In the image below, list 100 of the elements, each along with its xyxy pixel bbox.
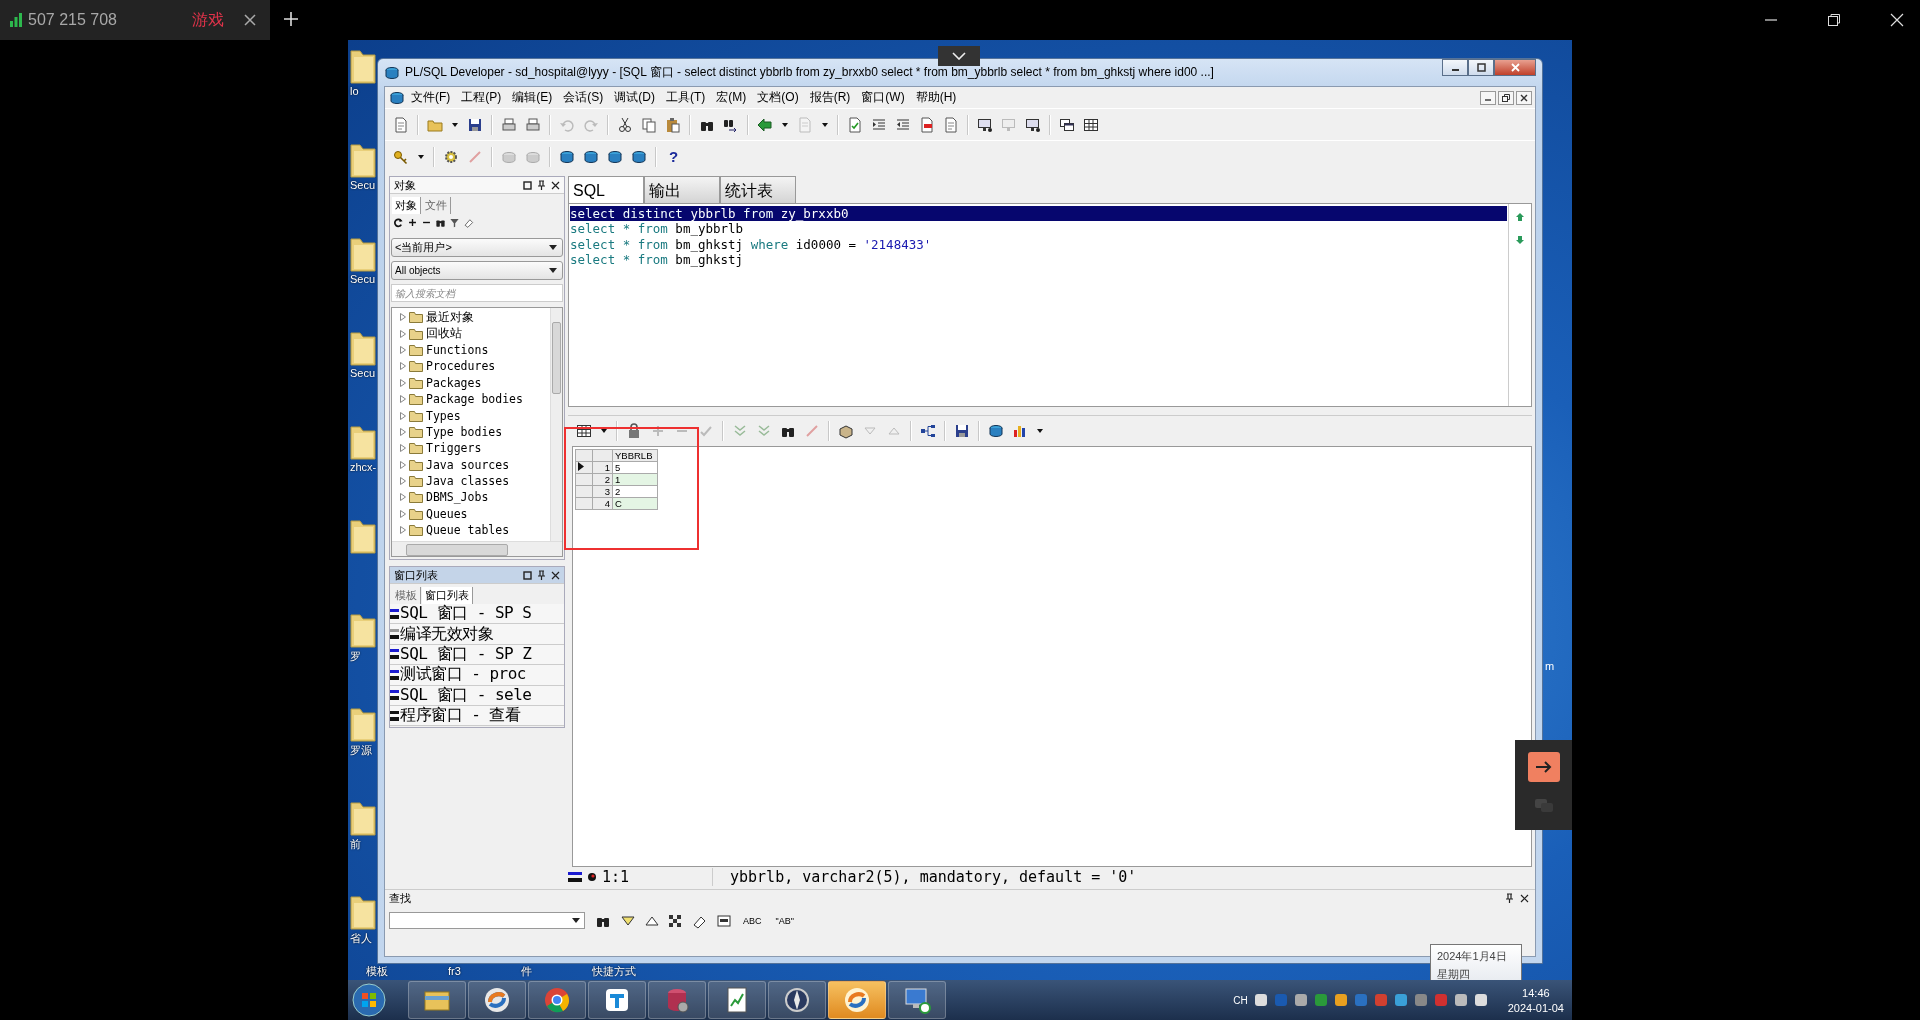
tree-item[interactable]: 最近对象 [426,309,474,325]
menu-item[interactable]: 文档(O) [752,89,804,106]
tray-icon[interactable] [1333,993,1348,1007]
save-icon[interactable] [954,423,970,439]
restore-button[interactable] [1498,90,1514,105]
help-button[interactable]: ? [665,148,683,165]
start-button[interactable] [352,983,386,1017]
filter-icon[interactable] [449,217,460,228]
tree-icon[interactable] [920,423,936,439]
box-icon[interactable] [717,914,731,927]
panel-tab[interactable]: 文件 [422,197,451,214]
tree-item[interactable]: Java sources [426,457,510,472]
menu-item[interactable]: 窗口(W) [856,89,910,106]
menu-item[interactable]: 帮助(H) [910,89,962,106]
menu-item[interactable]: 会话(S) [558,89,609,106]
up-arrow-icon[interactable] [1515,212,1525,222]
clipboard-icon[interactable] [665,116,681,133]
taskbar-app[interactable] [408,981,466,1019]
tree-item[interactable]: Package bodies [426,392,523,407]
pin-icon[interactable] [537,570,546,580]
tree-item[interactable]: Functions [426,342,489,357]
checklist-icon[interactable] [847,116,863,133]
grid-icon[interactable] [576,423,592,439]
database-icon[interactable] [607,148,623,165]
collapse-button[interactable] [938,46,980,66]
taskbar-app[interactable] [768,981,826,1019]
save-icon[interactable] [467,116,483,133]
down-arrow-icon[interactable] [1515,235,1525,245]
tray-icon[interactable] [1393,993,1408,1007]
editor-tab[interactable]: SQL [568,176,644,203]
clock-date[interactable]: 2024-01-04 [1507,1001,1564,1014]
arrow-icon[interactable] [757,116,773,133]
taskbar-app[interactable] [588,981,646,1019]
close-button[interactable] [1494,59,1536,76]
database-icon[interactable] [988,423,1004,439]
new-tab-icon[interactable] [283,11,299,27]
menu-item[interactable]: 报告(R) [804,89,856,106]
find-option-button[interactable]: "AB" [773,915,796,926]
tree-item[interactable]: Triggers [426,441,482,456]
windows-icon[interactable] [1059,116,1075,133]
tree-item[interactable]: Packages [426,375,482,390]
printer-icon[interactable] [501,116,517,133]
close-icon[interactable] [1520,893,1529,903]
close-button[interactable] [1516,90,1532,105]
sql-editor[interactable]: select distinct ybbrlb from zy_brxxb0 select * from bm_ybbrlb select * from bm_ghkstj where id0000 = '2148433' select * from bm_ghkstj [568,204,1532,407]
refresh-icon[interactable] [393,217,404,228]
taskbar-app[interactable] [468,981,526,1019]
outdent-icon[interactable] [895,116,911,133]
menu-item[interactable]: 编辑(E) [507,89,558,106]
table-cell[interactable]: 2 [612,485,658,498]
tree-item[interactable]: DBMS_Jobs [426,490,489,505]
pin-icon[interactable] [537,180,546,190]
document-icon[interactable] [393,116,409,133]
monitor-icon[interactable] [1025,116,1041,133]
menu-item[interactable]: 工具(T) [661,89,711,106]
lock-icon[interactable] [626,423,642,439]
menu-item[interactable]: 调试(D) [609,89,660,106]
database-icon[interactable] [631,148,647,165]
editor-tab[interactable]: 输出 [644,176,720,203]
close-icon[interactable] [551,570,560,580]
filter-dropdown[interactable]: All objects [391,261,563,280]
clock-time[interactable]: 14:46 [1522,986,1550,999]
tray-icon[interactable] [1253,993,1268,1007]
find-option-button[interactable]: ABC [741,915,764,926]
monitor-icon[interactable] [977,116,993,133]
taskbar-app[interactable] [828,981,886,1019]
plus-icon[interactable] [407,217,418,228]
checkerboard-icon[interactable] [669,914,681,927]
find-field[interactable] [389,912,585,929]
close-icon[interactable] [244,14,256,26]
taskbar-app[interactable] [708,981,766,1019]
scissors-icon[interactable] [617,116,633,133]
key-icon[interactable] [393,148,409,165]
scrollbar[interactable] [550,308,562,541]
down-triangle-icon[interactable] [621,914,635,927]
editor-tab[interactable]: 统计表 [720,176,796,203]
indent-icon[interactable] [871,116,887,133]
column-header[interactable]: YBBRLB [612,449,658,462]
browser-tab[interactable]: 507 215 708 游戏 [0,0,270,40]
tree-item[interactable]: Java classes [426,474,510,489]
language-indicator[interactable]: CH [1233,994,1248,1006]
database-icon[interactable] [583,148,599,165]
menu-item[interactable]: 工程(P) [456,89,507,106]
panel-tab[interactable]: 对象 [392,197,421,214]
pin-icon[interactable] [1505,893,1514,903]
tree-item[interactable]: 回收站 [426,326,462,342]
document-icon[interactable] [943,116,959,133]
menu-item[interactable]: 文件(F) [406,89,456,106]
tray-icon[interactable] [1473,993,1488,1007]
copy-icon[interactable] [641,116,657,133]
bar-chart-icon[interactable] [1012,423,1028,439]
square-icon[interactable] [523,180,532,190]
tree-item[interactable]: Queues [426,506,468,521]
tree-item[interactable]: Queue tables [426,523,510,538]
tray-icon[interactable] [1293,993,1308,1007]
tray-icon[interactable] [1453,993,1468,1007]
database-icon[interactable] [559,148,575,165]
taskbar-app[interactable] [528,981,586,1019]
owner-dropdown[interactable]: <当前用户> [391,238,563,257]
minimize-button[interactable] [1442,59,1468,76]
